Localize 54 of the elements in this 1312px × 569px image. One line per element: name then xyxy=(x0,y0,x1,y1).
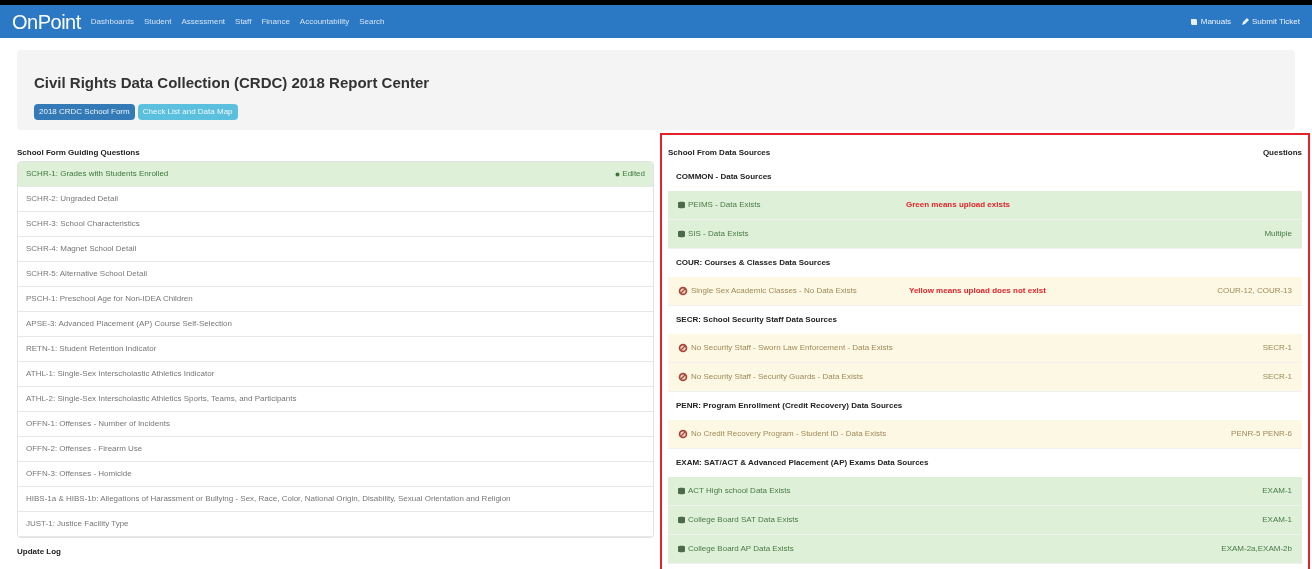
tab-button[interactable]: 2018 CRDC School Form xyxy=(34,103,135,120)
data-source-row[interactable]: No Security Staff - Sworn Law Enforcement - Data Exists SECR-1 xyxy=(668,334,1302,363)
question-codes: SECR-1 xyxy=(1262,342,1292,354)
pencil-icon xyxy=(1241,17,1249,26)
data-source-row[interactable]: PEIMS - Data Exists Green means upload exists xyxy=(668,191,1302,220)
status-label: Edited xyxy=(615,168,645,180)
data-source-row[interactable]: College Board AP Data Exists EXAM-2a,EXAM-2b xyxy=(668,535,1302,564)
data-source-row[interactable]: No Credit Recovery Program - Student ID - Data Exists PENR-5 PENR-6 xyxy=(668,420,1302,449)
data-source-row[interactable]: Single Sex Academic Classes - No Data Exists Yellow means upload does not exist COUR-12, COUR-13 xyxy=(668,277,1302,306)
group-heading: COMMON - Data Sources xyxy=(676,171,772,183)
data-source-row[interactable]: ACT High school Data Exists EXAM-1 xyxy=(668,477,1302,506)
question-codes: Multiple xyxy=(1264,228,1292,240)
section-heading: School From Data Sources xyxy=(668,147,771,159)
book-icon xyxy=(1189,17,1198,26)
nav-link[interactable]: Finance xyxy=(261,15,290,28)
dot-icon xyxy=(615,171,621,177)
nav-link[interactable]: Dashboards xyxy=(90,15,134,28)
section-heading: Update Log xyxy=(17,546,62,558)
ban-icon xyxy=(678,429,688,439)
ban-icon xyxy=(678,372,688,382)
nav-link[interactable]: Manuals xyxy=(1189,15,1231,28)
nav-link[interactable]: Search xyxy=(359,15,385,28)
question-codes: EXAM-1 xyxy=(1262,514,1292,526)
ban-icon xyxy=(678,286,688,296)
data-source-row[interactable]: College Board SAT Data Exists EXAM-1 xyxy=(668,506,1302,535)
database-icon xyxy=(678,516,685,524)
annotation-text: Yellow means upload does not exist xyxy=(909,285,1046,297)
brand-logo[interactable]: OnPoint xyxy=(12,6,81,37)
page-title: Civil Rights Data Collection (CRDC) 2018 Report Center xyxy=(34,73,431,93)
annotation-text: Green means upload exists xyxy=(906,199,1011,211)
nav-link[interactable]: Accountability xyxy=(299,15,350,28)
column-heading: Questions xyxy=(1262,147,1302,159)
database-icon xyxy=(678,545,685,553)
section-heading: School Form Guiding Questions xyxy=(17,147,141,159)
data-source-row[interactable]: SIS - Data Exists Multiple xyxy=(668,220,1302,249)
nav-link[interactable]: Assessment xyxy=(181,15,226,28)
group-heading: PENR: Program Enrollment (Credit Recovery) Data Sources xyxy=(676,400,903,412)
nav-link[interactable]: Staff xyxy=(235,15,252,28)
nav-link[interactable]: Submit Ticket xyxy=(1241,15,1300,28)
nav-link[interactable]: Student xyxy=(143,15,172,28)
group-heading: EXAM: SAT/ACT & Advanced Placement (AP) Exams Data Sources xyxy=(676,457,929,469)
question-codes: SECR-1 xyxy=(1262,371,1292,383)
data-source-row[interactable]: No Security Staff - Security Guards - Data Exists SECR-1 xyxy=(668,363,1302,392)
question-codes: PENR-5 PENR-6 xyxy=(1231,428,1292,440)
question-codes: EXAM-1 xyxy=(1262,485,1292,497)
group-heading: COUR: Courses & Classes Data Sources xyxy=(676,257,831,269)
database-icon xyxy=(678,201,685,209)
ban-icon xyxy=(678,343,688,353)
question-codes: COUR-12, COUR-13 xyxy=(1217,285,1292,297)
question-item[interactable]: SCHR-1: Grades with Students Enrolled Edited xyxy=(18,162,653,187)
group-heading: SECR: School Security Staff Data Sources xyxy=(676,314,837,326)
question-codes: EXAM-2a,EXAM-2b xyxy=(1221,543,1292,555)
database-icon xyxy=(678,230,685,238)
database-icon xyxy=(678,487,685,495)
